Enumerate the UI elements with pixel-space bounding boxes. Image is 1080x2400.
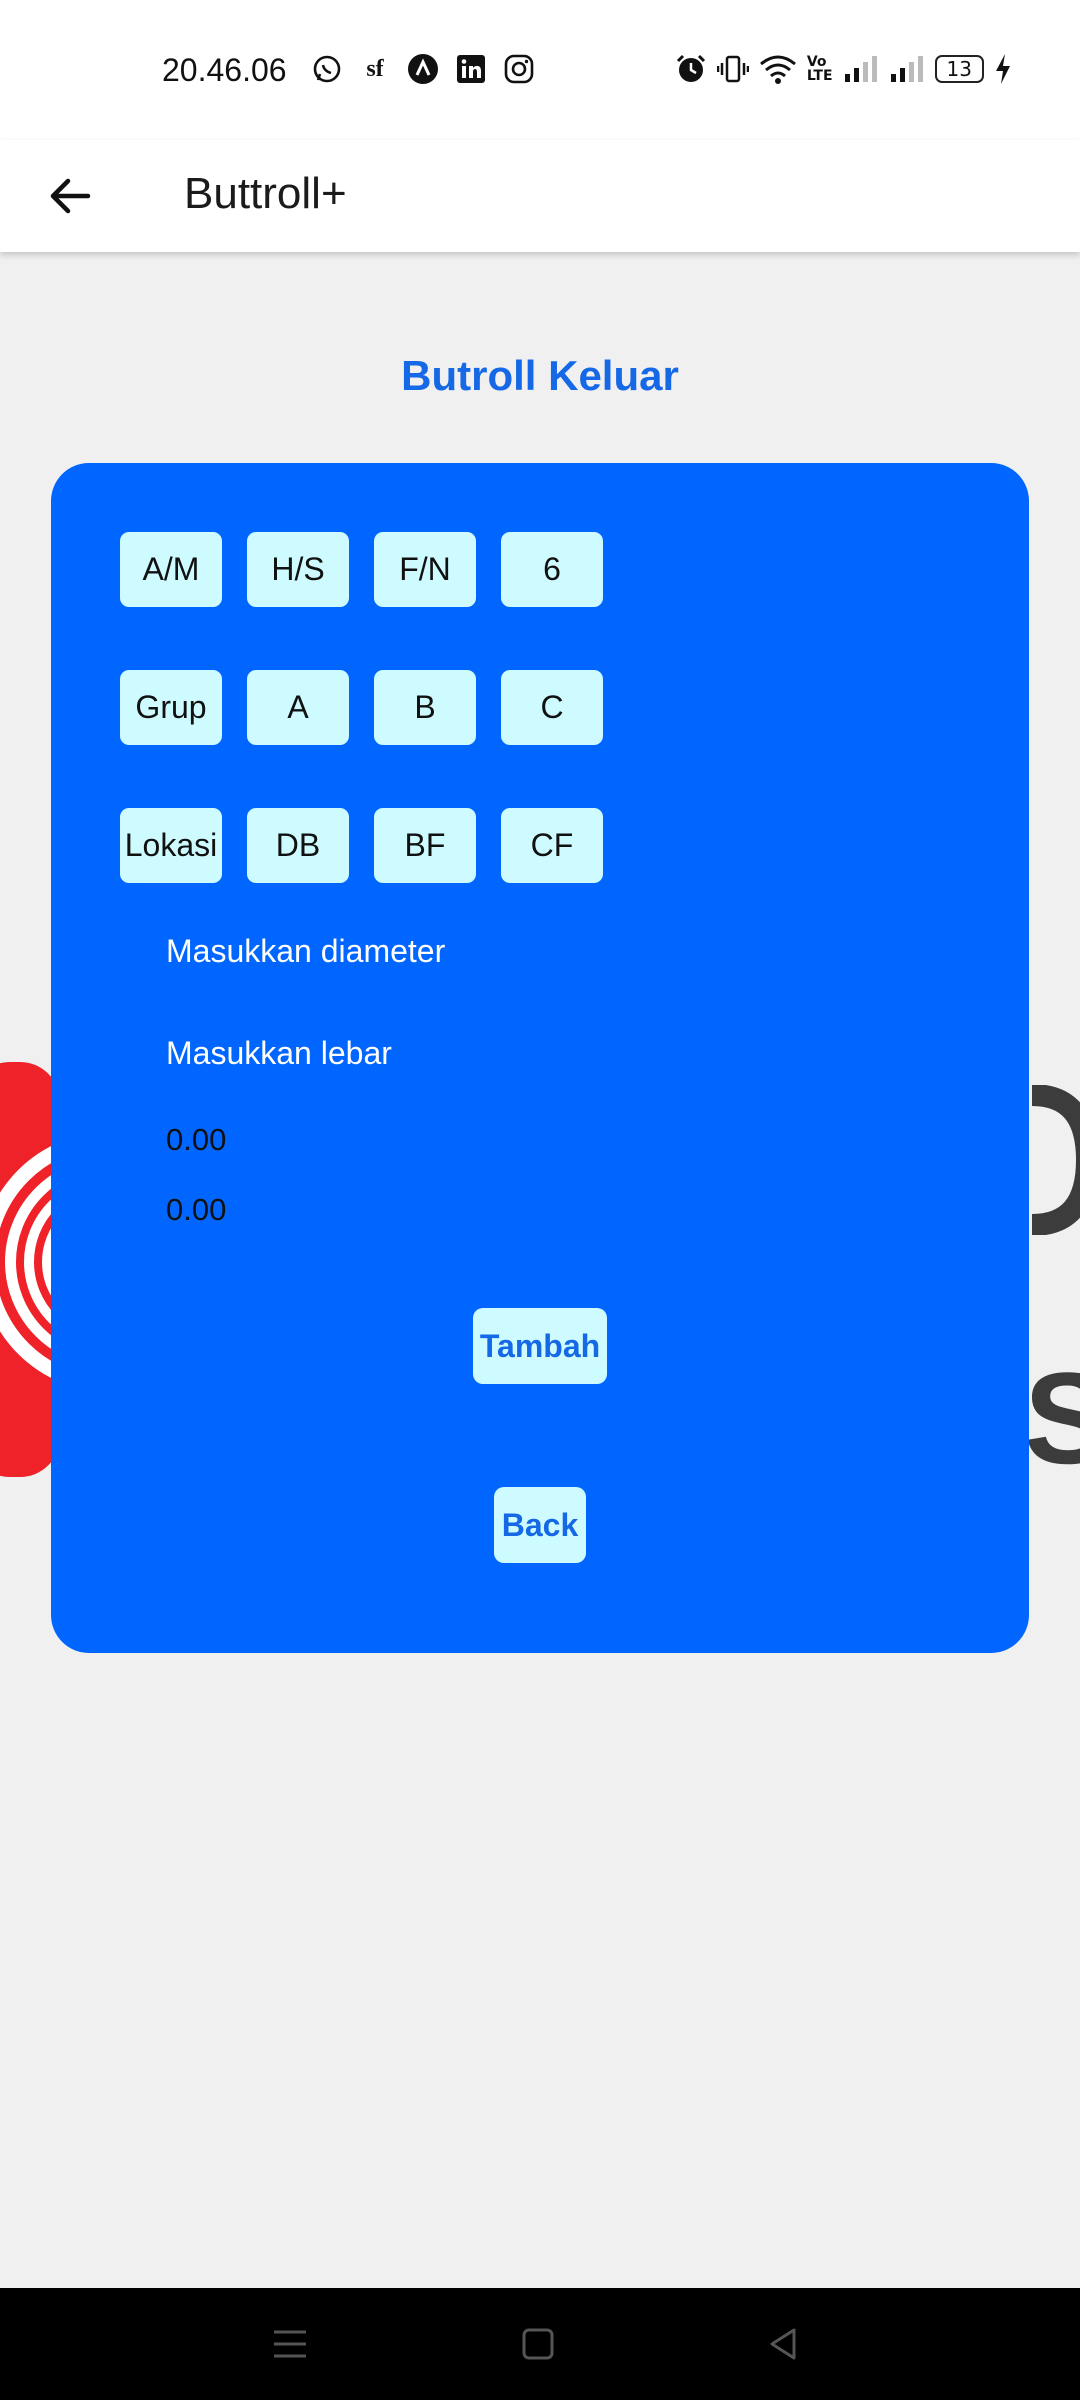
- chip-db[interactable]: DB: [247, 808, 349, 883]
- chip-6[interactable]: 6: [501, 532, 603, 607]
- linkedin-icon: [454, 52, 488, 86]
- chip-c[interactable]: C: [501, 670, 603, 745]
- alarm-icon: [675, 52, 707, 86]
- result-value-2: 0.00: [166, 1192, 227, 1227]
- system-icons: Vo LTE 13: [675, 52, 1012, 86]
- background-logo-letter: S: [1024, 1345, 1080, 1491]
- battery-indicator: 13: [934, 55, 984, 83]
- back-arrow-icon[interactable]: [40, 162, 108, 230]
- menu-icon[interactable]: [264, 2318, 316, 2370]
- status-time: 20.46.06: [162, 52, 287, 88]
- tambah-button[interactable]: Tambah: [473, 1308, 607, 1384]
- notification-icons: sf: [310, 52, 536, 86]
- back-button[interactable]: Back: [494, 1487, 586, 1563]
- background-logo-ring: [1022, 1084, 1080, 1236]
- chip-hs[interactable]: H/S: [247, 532, 349, 607]
- diameter-input[interactable]: Masukkan diameter: [166, 933, 445, 970]
- page-title: Butroll Keluar: [401, 352, 679, 399]
- result-value-1: 0.00: [166, 1122, 227, 1157]
- chip-a[interactable]: A: [247, 670, 349, 745]
- status-bar: 20.46.06 sf Vo LTE 13: [0, 0, 1080, 140]
- wifi-icon: [759, 52, 797, 86]
- chip-am[interactable]: A/M: [120, 532, 222, 607]
- app-bar: Buttroll+: [0, 140, 1080, 252]
- back-nav-icon[interactable]: [758, 2318, 810, 2370]
- home-icon[interactable]: [512, 2318, 564, 2370]
- volte-icon: Vo LTE: [806, 54, 833, 84]
- whatsapp-icon: [310, 52, 344, 86]
- signal-icon: [843, 52, 879, 86]
- chip-b[interactable]: B: [374, 670, 476, 745]
- chip-bf[interactable]: BF: [374, 808, 476, 883]
- signal-icon: [889, 52, 925, 86]
- chip-fn[interactable]: F/N: [374, 532, 476, 607]
- vibrate-icon: [716, 52, 749, 86]
- chip-grup[interactable]: Grup: [120, 670, 222, 745]
- chip-lokasi[interactable]: Lokasi: [120, 808, 222, 883]
- vpn-a-icon: [406, 52, 440, 86]
- charging-icon: [994, 52, 1012, 86]
- app-title: Buttroll+: [184, 169, 347, 218]
- lebar-input[interactable]: Masukkan lebar: [166, 1035, 392, 1072]
- system-nav-bar: [0, 2288, 1080, 2400]
- instagram-icon: [502, 52, 536, 86]
- chip-cf[interactable]: CF: [501, 808, 603, 883]
- sf-app-icon: sf: [366, 55, 384, 82]
- form-card: A/M H/S F/N 6 Grup A B C Lokasi DB BF CF…: [51, 463, 1029, 1653]
